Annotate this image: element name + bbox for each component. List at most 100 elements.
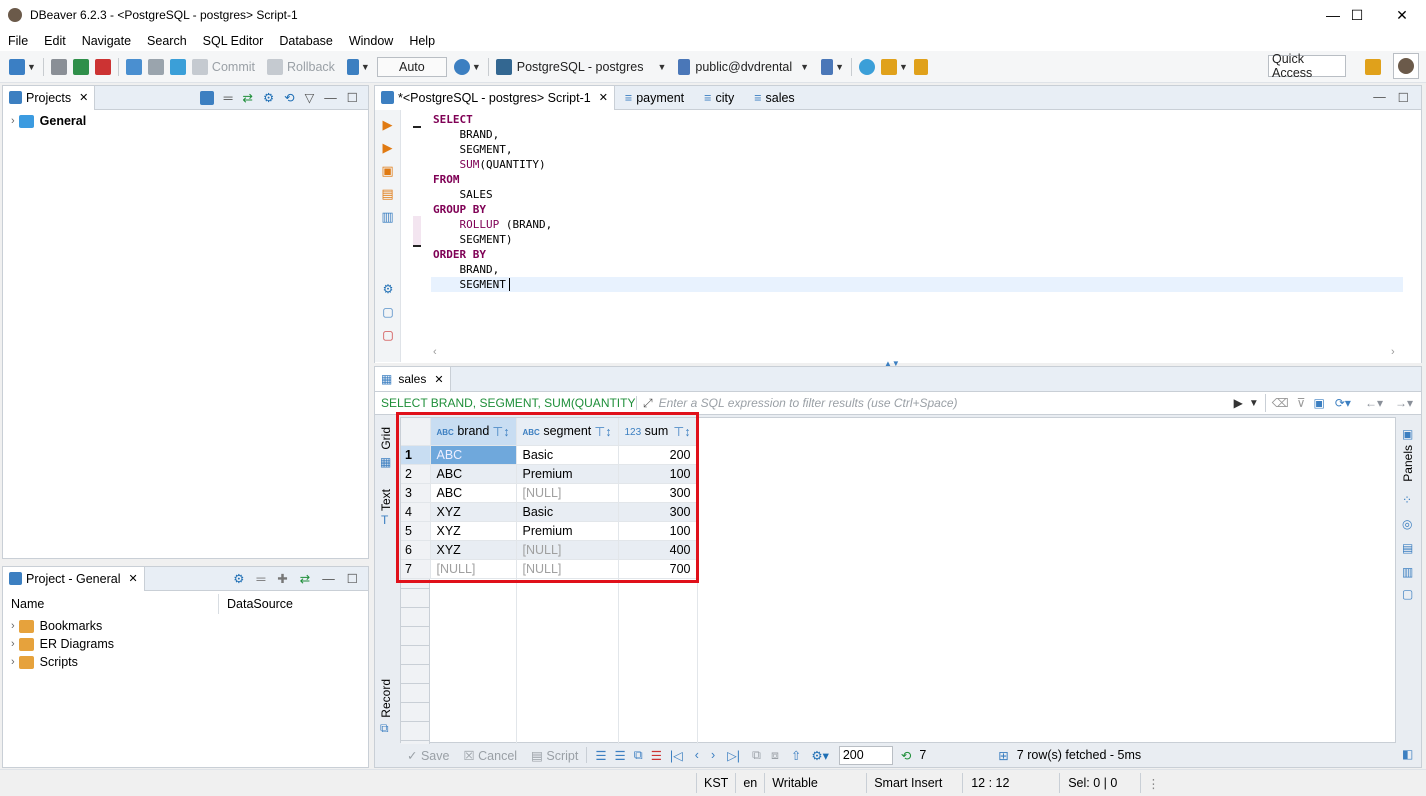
close-icon[interactable]: ✕ [434,373,443,386]
filter-settings-icon[interactable]: ⊽ [1297,396,1306,410]
menu-edit[interactable]: Edit [36,34,74,48]
sql-line[interactable]: SEGMENT, [433,142,552,157]
menu-window[interactable]: Window [341,34,401,48]
last-page-icon[interactable]: ▷| [727,748,740,763]
new-project-icon[interactable] [199,90,214,105]
sql-line[interactable]: ORDER BY [433,247,552,262]
execute-script-icon[interactable]: ▣ [381,163,393,179]
tree-item-er-diagrams[interactable]: › ER Diagrams [3,635,368,653]
gear-icon[interactable]: ⚙ [263,90,274,105]
dbeaver-perspective-button[interactable] [1393,53,1419,79]
fetch-size-input[interactable]: 200 [838,745,893,765]
auto-commit-button[interactable]: Auto [376,56,447,77]
collapse-all-icon[interactable]: ═ [256,572,265,586]
menu-file[interactable]: File [0,34,36,48]
filter-input[interactable]: Enter a SQL expression to filter results… [659,396,1159,410]
tab-text[interactable]: Text [379,489,393,511]
refresh-icon[interactable]: ⟲ [901,748,911,763]
tab-sales[interactable]: ≡ sales [744,91,804,105]
maximize-button[interactable]: ☐ [1334,0,1380,30]
save-filter-icon[interactable]: ▣ [1314,396,1325,410]
disconnect-button[interactable] [92,55,114,79]
save-button[interactable]: ✓ Save [407,748,449,763]
tree-item-general[interactable]: › General [3,110,368,132]
sql-line[interactable]: SEGMENT) [433,232,552,247]
connect-button[interactable] [48,55,70,79]
tab-results-sales[interactable]: ▦ sales ✕ [375,367,451,391]
sql-line[interactable]: FROM [433,172,552,187]
transaction-log-button[interactable] [145,55,167,79]
refresh-icon[interactable]: ⟳▾ [1335,396,1351,410]
sql-line[interactable]: BRAND, [433,262,552,277]
dashboard-button[interactable] [856,55,878,79]
maximize-panel-icon[interactable]: ☐ [1398,90,1409,105]
tab-grid[interactable]: Grid [379,427,393,450]
prev-page-icon[interactable]: ‹ [695,748,699,762]
scroll-right-icon[interactable]: › [1391,346,1395,358]
gear-icon[interactable]: ⚙▾ [811,748,828,763]
sql-line[interactable]: SELECT [433,112,552,127]
copy-row-icon[interactable]: ⧉ [634,748,643,763]
gear-icon[interactable]: ⚙ [383,282,394,296]
rollback-button[interactable]: Rollback [264,55,338,79]
query-label[interactable]: SELECT BRAND, SEGMENT, SUM(QUANTITY [375,396,637,410]
fetch-all-icon[interactable]: ⧈ [771,748,779,763]
link-editor-icon[interactable]: ⇄ [242,90,252,105]
pending-transactions-button[interactable] [167,55,189,79]
column-datasource[interactable]: DataSource [227,597,293,611]
quick-access-field[interactable]: Quick Access [1268,52,1346,80]
close-icon[interactable]: ✕ [599,91,608,104]
clear-filter-icon[interactable]: ⌫ [1272,396,1289,410]
maximize-panel-icon[interactable]: ☐ [347,90,358,105]
cancel-button[interactable]: ☒ Cancel [463,748,517,763]
new-script-icon[interactable]: ▢ [382,328,393,342]
apply-filter-icon[interactable]: ▶ [1234,396,1243,410]
maximize-panel-icon[interactable]: ☐ [347,571,358,586]
expand-filter-icon[interactable]: ⤢ [643,396,653,411]
forward-icon[interactable]: →▾ [1395,396,1413,410]
transaction-mode-button[interactable] [123,55,145,79]
execute-script-new-tab-icon[interactable]: ▤ [381,186,393,202]
fetch-next-icon[interactable]: ⧉ [752,748,761,763]
tab-panels[interactable]: Panels [1401,445,1415,482]
active-connection-selector[interactable]: PostgreSQL - postgres ▼ [493,55,670,79]
close-icon[interactable]: ✕ [79,91,88,104]
tab-city[interactable]: ≡ city [694,91,744,105]
delete-row-icon[interactable]: ☰ [651,748,662,763]
menu-search[interactable]: Search [139,34,195,48]
execute-statement-icon[interactable]: ▶ [383,117,393,133]
menu-sql-editor[interactable]: SQL Editor [195,34,272,48]
back-button[interactable] [911,55,931,79]
active-schema-selector[interactable]: public@dvdrental ▼ [675,55,812,79]
reconnect-button[interactable] [70,55,92,79]
sync-icon[interactable]: ⟲ [284,90,294,105]
menu-database[interactable]: Database [271,34,341,48]
commit-button[interactable]: Commit [189,55,258,79]
tab-record[interactable]: Record [379,679,393,718]
explain-plan-icon[interactable]: ▥ [381,209,393,225]
column-name[interactable]: Name [11,597,218,611]
link-editor-icon[interactable]: ⇄ [300,571,310,586]
close-icon[interactable]: ✕ [128,572,137,585]
sql-line[interactable]: BRAND, [433,127,552,142]
minimize-panel-icon[interactable]: — [322,572,335,586]
collapse-all-icon[interactable]: ═ [224,91,233,105]
filter-history-icon[interactable]: ▼ [1249,398,1259,409]
script-button[interactable]: ▤ Script [531,748,578,763]
add-row-icon[interactable]: ☰ [615,748,626,763]
execute-new-tab-icon[interactable]: ▶ [383,140,393,156]
tab-payment[interactable]: ≡ payment [615,91,694,105]
tree-item-bookmarks[interactable]: › Bookmarks [3,617,368,635]
metadata-icon[interactable]: ◎ [1402,517,1412,531]
gear-icon[interactable]: ⚙ [233,571,244,586]
grouping-icon[interactable]: ▤ [1402,541,1413,555]
outline-button[interactable]: ▼ [818,55,847,79]
calculator-icon[interactable]: ⁘ [1402,493,1412,507]
view-menu-icon[interactable]: ▽ [305,90,315,105]
expand-icon[interactable]: ✚ [277,571,287,586]
sql-line[interactable]: SALES [433,187,552,202]
toggle-panels-icon[interactable]: ◧ [1402,747,1413,761]
transaction-dropdown[interactable]: ▼ [344,55,373,79]
minimize-panel-icon[interactable]: — [1373,90,1386,105]
history-button[interactable]: ▼ [451,55,484,79]
